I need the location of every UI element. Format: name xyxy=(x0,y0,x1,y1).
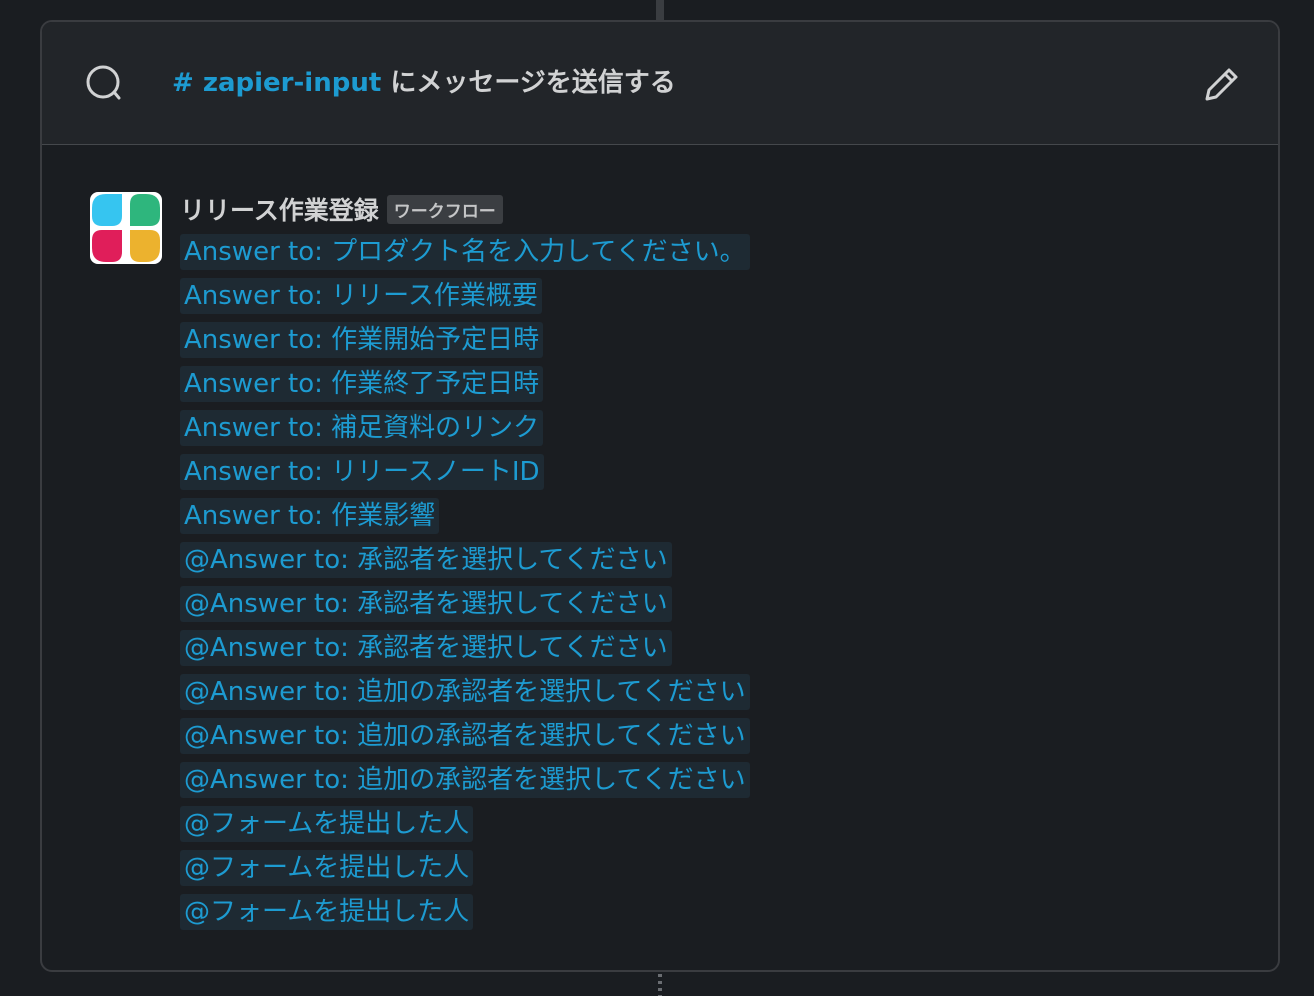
message-line: @Answer to: 承認者を選択してください xyxy=(180,542,1230,586)
variable-chip[interactable]: Answer to: 補足資料のリンク xyxy=(180,410,544,446)
message-lines: Answer to: プロダクト名を入力してください。 Answer to: リ… xyxy=(180,234,1230,938)
variable-chip[interactable]: Answer to: 作業影響 xyxy=(180,498,440,534)
workflow-badge: ワークフロー xyxy=(386,194,503,224)
connector-bottom xyxy=(658,974,662,996)
mention-chip[interactable]: @フォームを提出した人 xyxy=(180,806,474,842)
message-preview-card: # zapier-input にメッセージを送信する リリース作業登録 ワークフ… xyxy=(40,20,1280,972)
message-line: Answer to: 作業影響 xyxy=(180,498,1230,542)
mention-chip[interactable]: @フォームを提出した人 xyxy=(180,894,474,930)
message-line: Answer to: 補足資料のリンク xyxy=(180,410,1230,454)
search-icon xyxy=(86,65,121,100)
channel-name[interactable]: # zapier-input xyxy=(172,68,381,98)
variable-chip[interactable]: Answer to: リリースノートID xyxy=(180,454,544,490)
message-line: Answer to: 作業終了予定日時 xyxy=(180,366,1230,410)
message-line: @フォームを提出した人 xyxy=(180,806,1230,850)
mention-chip[interactable]: @Answer to: 承認者を選択してください xyxy=(180,586,672,622)
header-title: # zapier-input にメッセージを送信する xyxy=(172,65,676,101)
message-line: Answer to: リリース作業概要 xyxy=(180,278,1230,322)
message-line: @Answer to: 追加の承認者を選択してください xyxy=(180,762,1230,806)
message-line: @Answer to: 承認者を選択してください xyxy=(180,630,1230,674)
mention-chip[interactable]: @Answer to: 承認者を選択してください xyxy=(180,630,672,666)
pencil-icon[interactable] xyxy=(1202,64,1242,104)
variable-chip[interactable]: Answer to: プロダクト名を入力してください。 xyxy=(180,234,750,270)
mention-chip[interactable]: @Answer to: 承認者を選択してください xyxy=(180,542,672,578)
mention-chip[interactable]: @Answer to: 追加の承認者を選択してください xyxy=(180,718,750,754)
variable-chip[interactable]: Answer to: リリース作業概要 xyxy=(180,278,542,314)
message-line: Answer to: リリースノートID xyxy=(180,454,1230,498)
mention-chip[interactable]: @Answer to: 追加の承認者を選択してください xyxy=(180,674,750,710)
workflow-avatar xyxy=(90,192,162,264)
connector-top xyxy=(656,0,664,20)
header-suffix: にメッセージを送信する xyxy=(381,68,676,98)
message-line: @Answer to: 追加の承認者を選択してください xyxy=(180,674,1230,718)
variable-chip[interactable]: Answer to: 作業開始予定日時 xyxy=(180,322,544,358)
card-header: # zapier-input にメッセージを送信する xyxy=(42,22,1278,145)
workflow-logo-icon xyxy=(92,194,160,262)
message-header: リリース作業登録 ワークフロー xyxy=(180,192,1230,226)
mention-chip[interactable]: @フォームを提出した人 xyxy=(180,850,474,886)
message-line: @フォームを提出した人 xyxy=(180,894,1230,938)
sender-name[interactable]: リリース作業登録 xyxy=(180,191,379,227)
message-line: Answer to: プロダクト名を入力してください。 xyxy=(180,234,1230,278)
message-line: @フォームを提出した人 xyxy=(180,850,1230,894)
message-line: @Answer to: 追加の承認者を選択してください xyxy=(180,718,1230,762)
message-line: @Answer to: 承認者を選択してください xyxy=(180,586,1230,630)
variable-chip[interactable]: Answer to: 作業終了予定日時 xyxy=(180,366,544,402)
message-body: リリース作業登録 ワークフロー Answer to: プロダクト名を入力してくだ… xyxy=(180,192,1230,938)
mention-chip[interactable]: @Answer to: 追加の承認者を選択してください xyxy=(180,762,750,798)
message-line: Answer to: 作業開始予定日時 xyxy=(180,322,1230,366)
